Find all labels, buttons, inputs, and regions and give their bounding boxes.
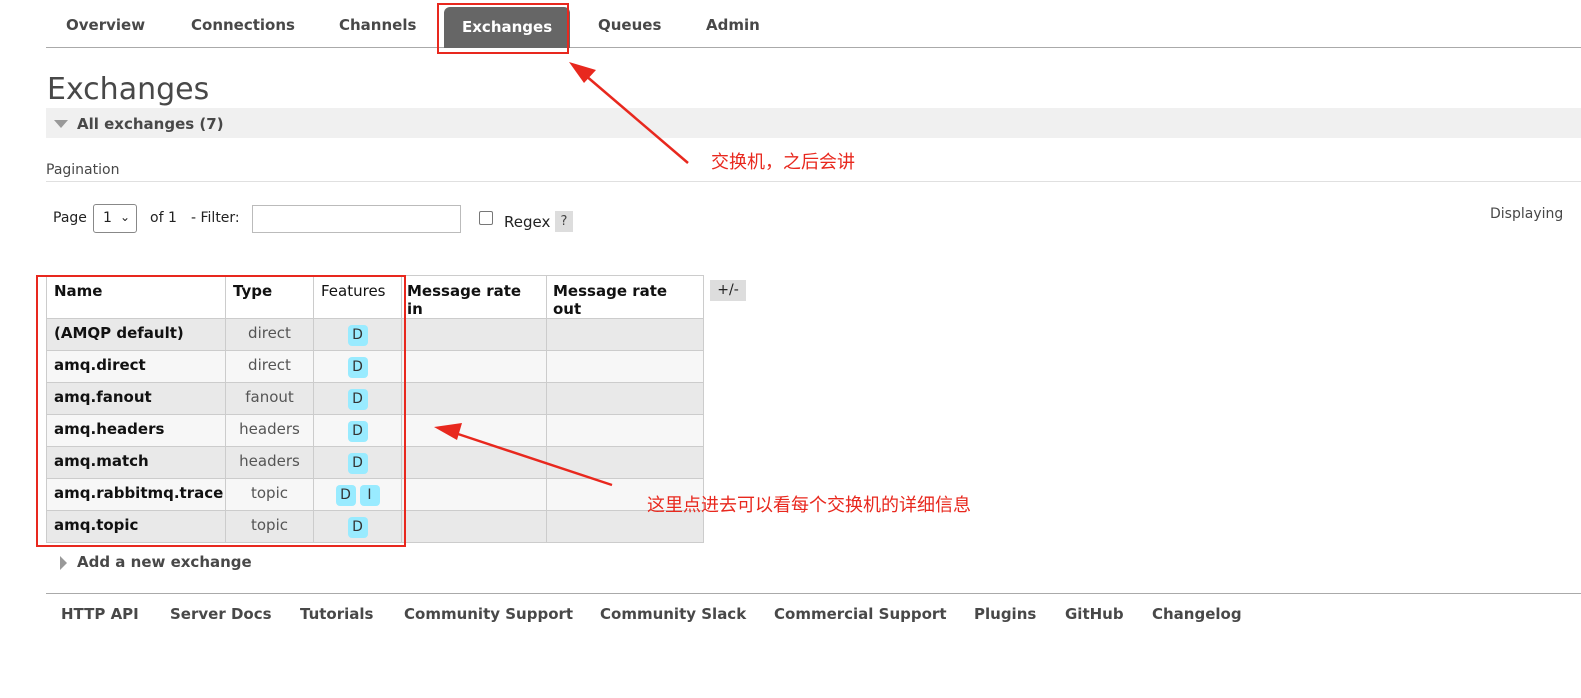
collapse-triangle-icon bbox=[54, 120, 68, 128]
message-rate-in bbox=[401, 318, 547, 351]
page-label: Page bbox=[53, 210, 87, 226]
filter-label: - Filter: bbox=[191, 210, 240, 226]
page-count: of 1 bbox=[150, 210, 177, 226]
annotation-text-tab: 交换机，之后会讲 bbox=[711, 152, 855, 173]
tab-channels[interactable]: Channels bbox=[339, 16, 416, 34]
footer-link-community-slack[interactable]: Community Slack bbox=[600, 605, 746, 623]
chevron-down-icon: ⌄ bbox=[119, 210, 130, 224]
annotation-highlight-table bbox=[36, 275, 406, 547]
footer-link-commercial-support[interactable]: Commercial Support bbox=[774, 605, 947, 623]
footer-link-github[interactable]: GitHub bbox=[1065, 605, 1124, 623]
divider bbox=[46, 181, 1581, 182]
message-rate-in bbox=[401, 478, 547, 511]
footer-link-plugins[interactable]: Plugins bbox=[974, 605, 1036, 623]
tab-overview[interactable]: Overview bbox=[66, 16, 145, 34]
column-toggle-button[interactable]: +/- bbox=[710, 280, 746, 301]
message-rate-out bbox=[546, 350, 704, 383]
message-rate-out bbox=[546, 414, 704, 447]
tab-admin[interactable]: Admin bbox=[706, 16, 760, 34]
message-rate-out bbox=[546, 446, 704, 479]
message-rate-out bbox=[546, 382, 704, 415]
message-rate-in bbox=[401, 446, 547, 479]
top-nav: Overview Connections Channels Exchanges … bbox=[46, 0, 1581, 48]
footer-link-changelog[interactable]: Changelog bbox=[1152, 605, 1242, 623]
annotation-highlight-tab bbox=[437, 3, 569, 54]
displaying-text: Displaying bbox=[1490, 206, 1564, 222]
footer-link-community-support[interactable]: Community Support bbox=[404, 605, 573, 623]
annotation-text-table: 这里点进去可以看每个交换机的详细信息 bbox=[647, 495, 971, 516]
expand-triangle-icon bbox=[60, 556, 67, 570]
message-rate-in bbox=[401, 510, 547, 543]
regex-help-button[interactable]: ? bbox=[555, 211, 573, 232]
page-title: Exchanges bbox=[47, 72, 210, 107]
message-rate-out bbox=[546, 318, 704, 351]
footer: HTTP API Server Docs Tutorials Community… bbox=[46, 593, 1581, 633]
footer-link-tutorials[interactable]: Tutorials bbox=[300, 605, 373, 623]
footer-link-server-docs[interactable]: Server Docs bbox=[170, 605, 272, 623]
message-rate-in bbox=[401, 414, 547, 447]
column-header-message-rate-in[interactable]: Message rate in bbox=[401, 275, 547, 319]
message-rate-in bbox=[401, 382, 547, 415]
all-exchanges-section-toggle[interactable]: All exchanges (7) bbox=[46, 108, 1581, 138]
regex-label: Regex bbox=[504, 213, 551, 231]
footer-link-http-api[interactable]: HTTP API bbox=[61, 605, 139, 623]
filter-input[interactable] bbox=[252, 205, 461, 233]
add-exchange-label: Add a new exchange bbox=[77, 553, 252, 571]
regex-checkbox[interactable] bbox=[479, 211, 493, 225]
pagination-label: Pagination bbox=[46, 162, 120, 178]
column-header-message-rate-out[interactable]: Message rate out bbox=[546, 275, 704, 319]
tab-queues[interactable]: Queues bbox=[598, 16, 661, 34]
message-rate-in bbox=[401, 350, 547, 383]
tab-connections[interactable]: Connections bbox=[191, 16, 295, 34]
section-title: All exchanges (7) bbox=[77, 115, 224, 133]
page-select[interactable]: 1 ⌄ bbox=[93, 204, 137, 233]
page-select-value: 1 bbox=[103, 210, 112, 226]
